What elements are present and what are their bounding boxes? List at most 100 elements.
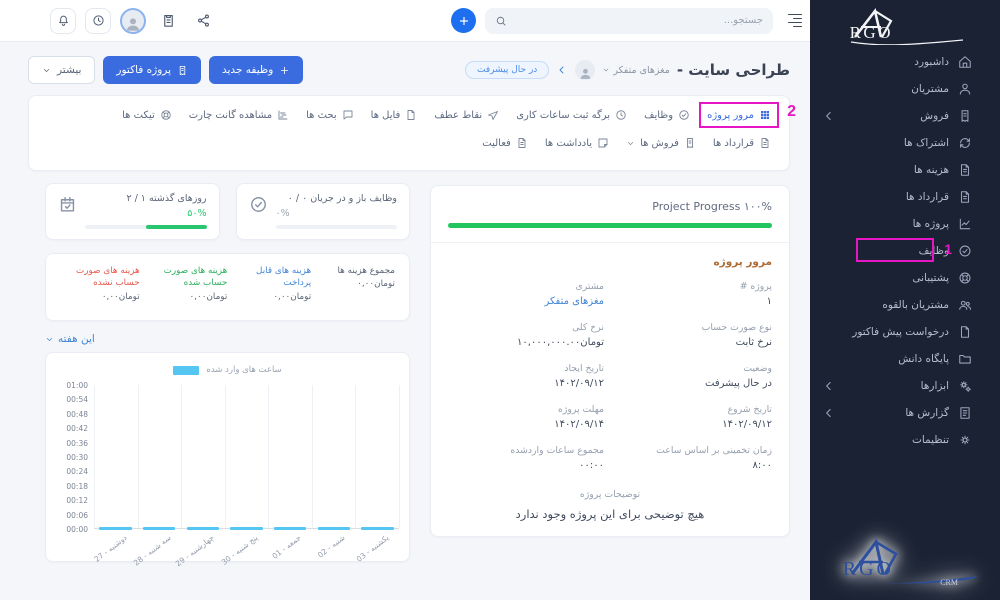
quick-add-button[interactable] (451, 8, 476, 33)
zero-bar (143, 527, 175, 530)
overview-details-grid: پروژه # ۱ مشتری مغزهای متفکر نوع صورت حس… (448, 281, 772, 471)
y-tick: 00:24 (66, 467, 88, 476)
week-filter-dropdown[interactable]: این هفته (45, 333, 95, 345)
invoice-icon (177, 65, 188, 76)
tab-discussions[interactable]: بحث ها (306, 109, 354, 121)
tab-activity[interactable]: فعالیت (482, 137, 528, 149)
sidebar-item-settings[interactable]: تنظیمات (810, 426, 1000, 453)
project-progress-bar (448, 223, 772, 228)
sidebar-item-sales[interactable]: فروش (810, 102, 1000, 129)
page-header: طراحی سایت - مغزهای متفکر در حال پیشرفت … (28, 56, 790, 84)
field-value: ۸:۰۰ (616, 460, 772, 471)
sidebar-toggle-icon[interactable] (786, 14, 802, 28)
tab-gantt[interactable]: مشاهده گانت چارت (189, 109, 289, 121)
field-value: ۰۰:۰۰ (448, 460, 604, 471)
field-status: وضعیت در حال پیشرفت (616, 363, 772, 389)
field-project-number: پروژه # ۱ (616, 281, 772, 307)
new-task-button[interactable]: وظیفه جدید (209, 56, 303, 84)
main-content: طراحی سایت - مغزهای متفکر در حال پیشرفت … (0, 42, 810, 600)
field-label: پروژه # (616, 281, 772, 292)
tab-files[interactable]: فایل ها (371, 109, 418, 121)
chevron-left-icon[interactable] (556, 64, 568, 76)
plus-icon (458, 15, 470, 27)
chat-icon (342, 109, 354, 121)
tab-label: مشاهده گانت چارت (189, 110, 272, 121)
tab-timesheet[interactable]: برگه ثبت ساعات کاری (516, 109, 627, 121)
search-box (485, 8, 773, 34)
sidebar-item-reports[interactable]: گزارش ها (810, 399, 1000, 426)
todo-button[interactable] (155, 8, 181, 34)
user-avatar[interactable] (120, 8, 146, 34)
tab-label: برگه ثبت ساعات کاری (516, 110, 610, 121)
search-icon (495, 15, 507, 27)
chevron-down-icon (626, 139, 635, 148)
sidebar-item-tools[interactable]: ابزارها (810, 372, 1000, 399)
field-start-date: تاریخ شروع ۱۴۰۲/۰۹/۱۲ (616, 404, 772, 430)
tab-label: فایل ها (371, 110, 401, 121)
share-button[interactable] (190, 8, 216, 34)
expense-label: مجموع هزینه ها (319, 265, 395, 277)
sidebar-item-label: تنظیمات (912, 434, 949, 446)
sidebar-item-expenses[interactable]: هزینه ها (810, 156, 1000, 183)
tab-milestones[interactable]: نقاط عطف (434, 109, 499, 121)
new-task-label: وظیفه جدید (222, 64, 273, 76)
sidebar-item-contracts[interactable]: قرارداد ها (810, 183, 1000, 210)
x-label: دوشنبه - 27 (92, 533, 128, 564)
ticket-icon (160, 109, 172, 121)
expense-label: هزینه های صورت حساب نشده (60, 265, 140, 290)
timer-button[interactable] (85, 8, 111, 34)
tab-tickets[interactable]: تیکت ها (122, 109, 172, 121)
x-label: شنبه - 02 (316, 533, 347, 560)
expense-label: هزینه های قابل پرداخت (235, 265, 311, 290)
days-passed-title: ۲ / ۱ روزهای گذشته (85, 193, 207, 204)
notifications-button[interactable] (50, 8, 76, 34)
project-invoice-button[interactable]: پروژه فاکتور (103, 56, 201, 84)
tab-tasks[interactable]: وظایف (644, 109, 690, 121)
sidebar-item-customers[interactable]: مشتریان (810, 75, 1000, 102)
more-button[interactable]: بیشتر (28, 56, 95, 84)
expenses-icon (958, 163, 972, 177)
client-dropdown[interactable]: مغزهای متفکر (602, 65, 670, 76)
clock-icon (92, 14, 105, 27)
gantt-icon (277, 109, 289, 121)
sidebar-item-support[interactable]: پشتیبانی (810, 264, 1000, 291)
tab-project-overview[interactable]: مرور پروژه 2 (707, 109, 771, 128)
x-label: جمعه - 01 (271, 533, 303, 561)
field-value: ۱۴۰۲/۰۹/۱۴ (448, 419, 604, 430)
search-input[interactable] (513, 15, 763, 26)
status-badge[interactable]: در حال پیشرفت (465, 61, 549, 79)
tab-sales[interactable]: فروش ها (626, 137, 696, 149)
milestone-icon (487, 109, 499, 121)
sidebar-menu: داشبورد مشتریان فروش اشتراک ها هزینه ها … (810, 46, 1000, 453)
x-label: پنج شنبه - 30 (220, 533, 260, 567)
expense-col-total: مجموع هزینه ها ۰,۰۰تومان (319, 265, 395, 312)
sidebar-item-dashboard[interactable]: داشبورد (810, 48, 1000, 75)
sales-icon (684, 137, 696, 149)
contract-icon (759, 137, 771, 149)
sidebar-item-tasks[interactable]: وظایف 1 (810, 237, 1000, 264)
customer-link[interactable]: مغزهای متفکر (448, 296, 604, 307)
field-billing-type: نوع صورت حساب نرخ ثابت (616, 322, 772, 348)
sidebar-item-label: درخواست پیش فاکتور (852, 326, 949, 338)
sidebar-item-label: هزینه ها (914, 164, 949, 176)
tab-label: تیکت ها (122, 110, 155, 121)
sidebar-item-subscriptions[interactable]: اشتراک ها (810, 129, 1000, 156)
zero-bar (274, 527, 306, 530)
sidebar-item-knowledge-base[interactable]: پایگاه دانش (810, 345, 1000, 372)
expense-label: هزینه های صورت حساب شده (148, 265, 228, 290)
sidebar-item-estimate-request[interactable]: درخواست پیش فاکتور (810, 318, 1000, 345)
expenses-summary-card: مجموع هزینه ها ۰,۰۰تومان هزینه های قابل … (45, 253, 410, 321)
field-label: تاریخ ایجاد (448, 363, 604, 374)
tab-row-1: مرور پروژه 2 وظایف برگه ثبت ساعات کاری ن… (47, 109, 771, 121)
y-tick: 00:00 (66, 525, 88, 534)
plus-icon (279, 65, 290, 76)
clipboard-icon (161, 13, 176, 28)
tab-notes[interactable]: یادداشت ها (545, 137, 609, 149)
field-label: وضعیت (616, 363, 772, 374)
y-tick: 00:36 (66, 439, 88, 448)
sidebar-item-projects[interactable]: پروژه ها (810, 210, 1000, 237)
sidebar-item-leads[interactable]: مشتریان بالقوه (810, 291, 1000, 318)
expense-col-unbilled: هزینه های صورت حساب نشده ۰,۰۰تومان (60, 265, 140, 312)
tab-contracts[interactable]: قرارداد ها (713, 137, 771, 149)
y-tick: 00:42 (66, 424, 88, 433)
